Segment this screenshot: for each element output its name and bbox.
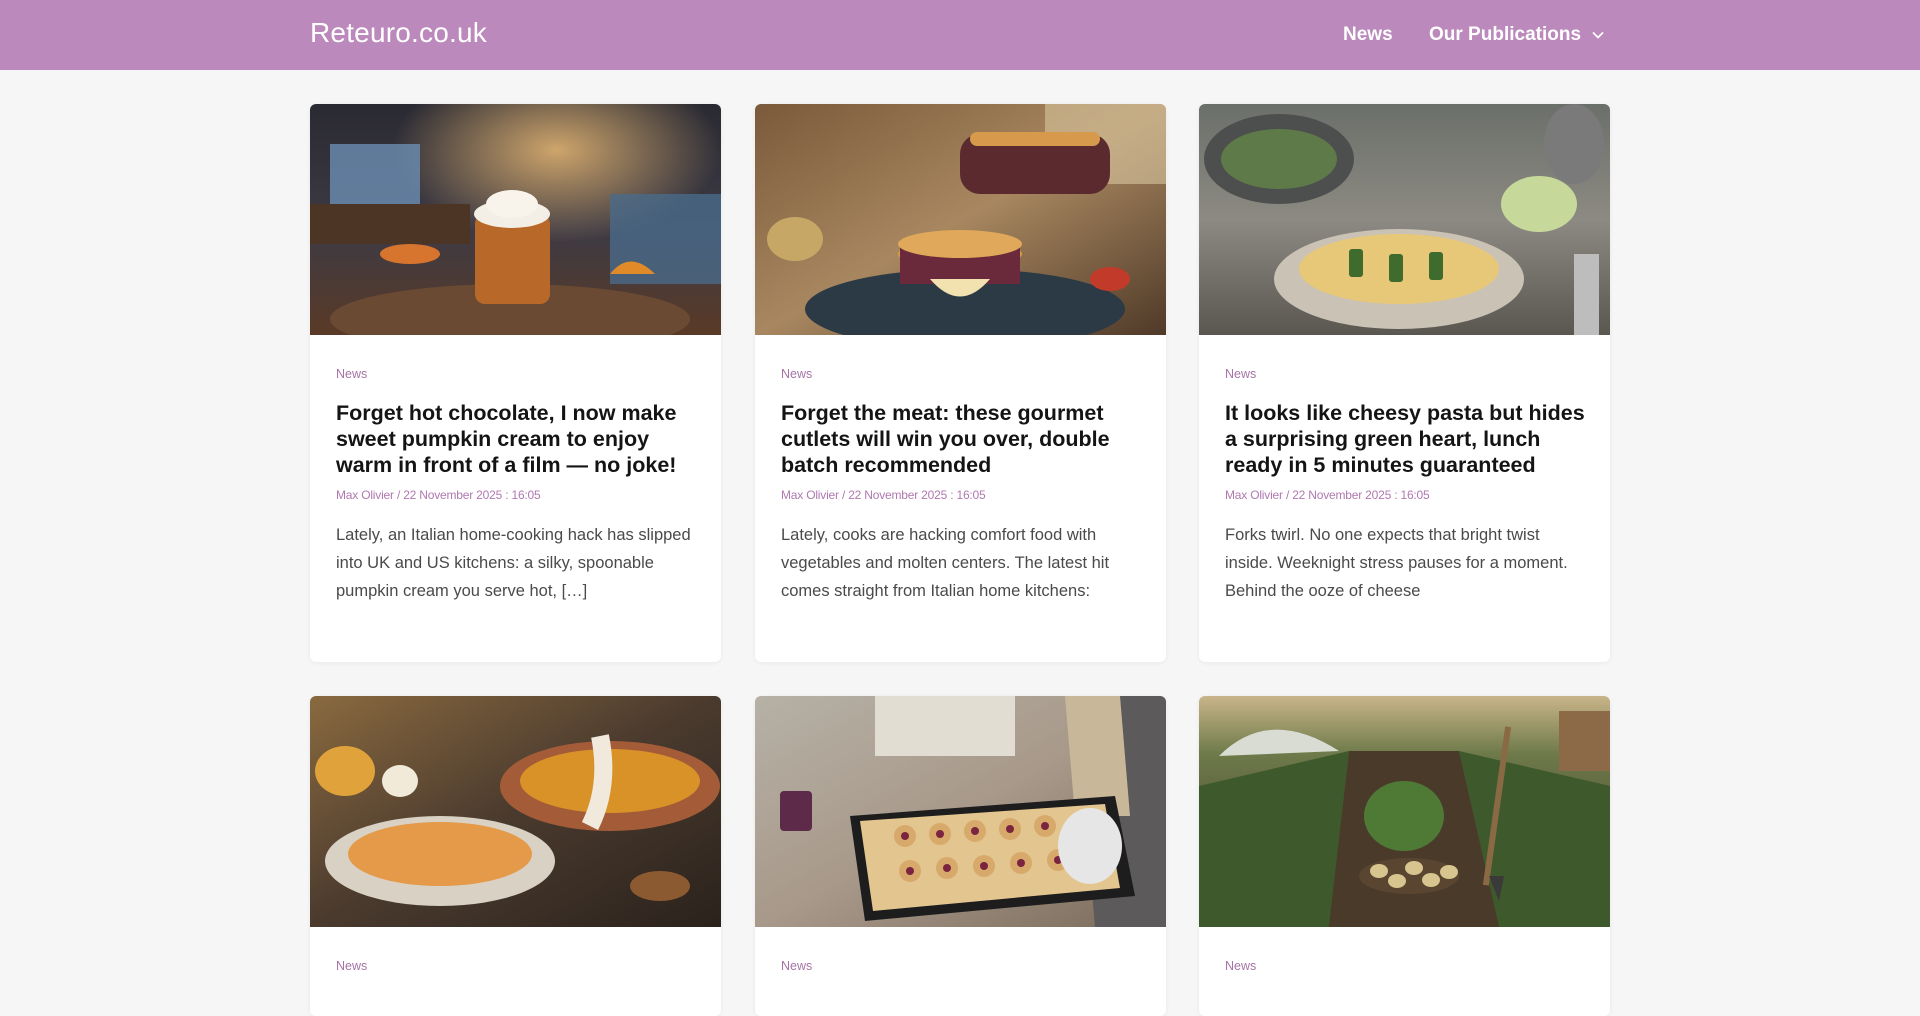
article-category-link[interactable]: News — [1225, 959, 1587, 973]
article-category-link[interactable]: News — [336, 959, 698, 973]
article-category-link[interactable]: News — [781, 959, 1143, 973]
article-image-pumpkin-cream[interactable] — [310, 104, 721, 335]
article-card: News — [1199, 696, 1610, 1016]
site-header: Reteuro.co.uk News Our Publications — [0, 0, 1920, 70]
article-card: News — [310, 696, 721, 1016]
article-meta: Max Olivier / 22 November 2025 : 16:05 — [336, 488, 541, 502]
article-card: News Forget the meat: these gourmet cutl… — [755, 104, 1166, 662]
article-image-jam-cookies[interactable] — [755, 696, 1166, 927]
article-category-link[interactable]: News — [781, 367, 1143, 381]
article-excerpt: Lately, cooks are hacking comfort food w… — [781, 526, 1110, 600]
article-title-link[interactable]: Forget the meat: these gourmet cutlets w… — [781, 400, 1143, 478]
site-logo-link[interactable]: Reteuro.co.uk — [310, 17, 487, 49]
article-card: News It looks like cheesy pasta but hide… — [1199, 104, 1610, 662]
article-card: News — [755, 696, 1166, 1016]
article-excerpt: Forks twirl. No one expects that bright … — [1225, 526, 1568, 600]
article-excerpt: Lately, an Italian home-cooking hack has… — [336, 526, 691, 600]
article-meta: Max Olivier / 22 November 2025 : 16:05 — [781, 488, 986, 502]
article-image-zucchini-pasta[interactable] — [1199, 104, 1610, 335]
article-image-potato-garden[interactable] — [1199, 696, 1610, 927]
nav-publications-menu[interactable]: Our Publications — [1429, 24, 1605, 46]
article-title-link[interactable]: It looks like cheesy pasta but hides a s… — [1225, 400, 1587, 478]
article-image-pumpkin-pasta[interactable] — [310, 696, 721, 927]
nav-news-link[interactable]: News — [1343, 24, 1393, 46]
article-meta: Max Olivier / 22 November 2025 : 16:05 — [1225, 488, 1430, 502]
chevron-down-icon — [1591, 28, 1605, 42]
article-category-link[interactable]: News — [336, 367, 698, 381]
nav-publications-label: Our Publications — [1429, 24, 1582, 45]
article-image-eggplant-cutlets[interactable] — [755, 104, 1166, 335]
article-category-link[interactable]: News — [1225, 367, 1587, 381]
article-title-link[interactable]: Forget hot chocolate, I now make sweet p… — [336, 400, 698, 478]
article-card: News Forget hot chocolate, I now make sw… — [310, 104, 721, 662]
